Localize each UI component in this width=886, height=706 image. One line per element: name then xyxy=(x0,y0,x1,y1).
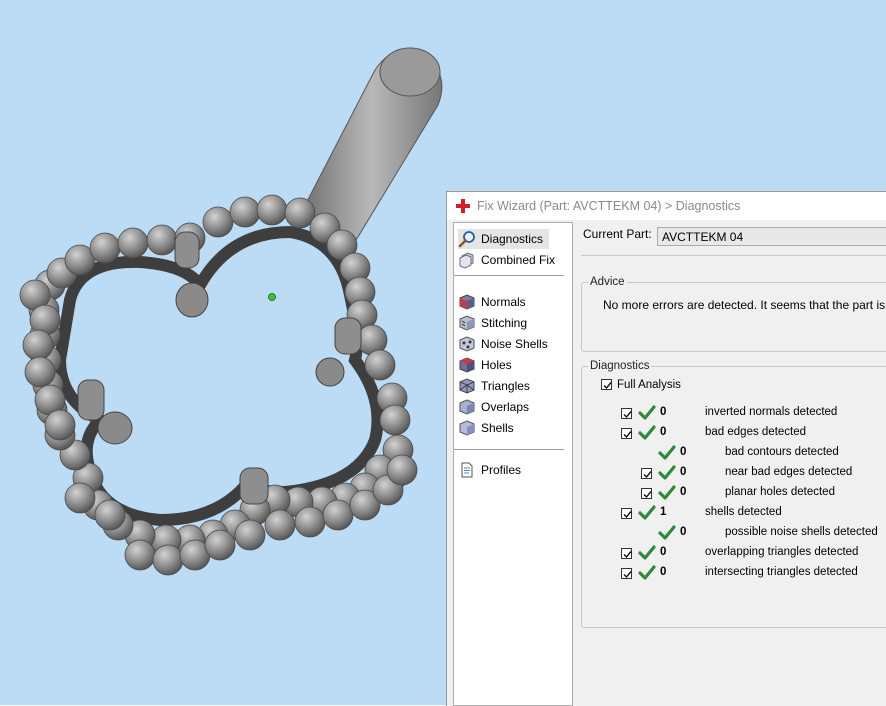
nav-item-profiles[interactable]: Profiles xyxy=(458,460,521,480)
holes-cube-icon xyxy=(459,357,475,373)
diagnostic-count: 0 xyxy=(660,406,667,418)
green-check-icon xyxy=(658,485,676,501)
diagnostic-count: 0 xyxy=(660,426,667,438)
advice-group: Advice xyxy=(581,276,886,352)
green-check-icon xyxy=(638,405,656,421)
nav-label: Stitching xyxy=(481,316,528,330)
current-part-label: Current Part: xyxy=(583,227,652,241)
nav-item-shells[interactable]: Shells xyxy=(458,418,514,438)
nav-label: Combined Fix xyxy=(481,253,556,267)
wizard-nav-panel: Diagnostics Combined Fix Normals Stitchi… xyxy=(453,222,573,706)
nav-label: Overlaps xyxy=(481,400,530,414)
nav-divider xyxy=(454,449,564,450)
triangles-cube-icon xyxy=(459,378,475,394)
diagnostic-row-checkbox[interactable] xyxy=(621,408,632,419)
nav-item-noise-shells[interactable]: Noise Shells xyxy=(458,334,548,354)
diagnostic-row-checkbox[interactable] xyxy=(621,508,632,519)
nav-label: Holes xyxy=(481,358,512,372)
diagnostic-label: planar holes detected xyxy=(725,486,835,498)
profiles-document-icon xyxy=(461,462,473,478)
dialog-titlebar[interactable]: Fix Wizard (Part: AVCTTEKM 04) > Diagnos… xyxy=(447,192,886,220)
diagnostic-count: 1 xyxy=(660,506,667,518)
diagnostic-label: possible noise shells detected xyxy=(725,526,878,538)
diagnostic-row-checkbox[interactable] xyxy=(621,568,632,579)
full-analysis-checkbox[interactable] xyxy=(601,379,612,390)
diagnostics-content: Current Part: AVCTTEKM 04 Advice No more… xyxy=(581,222,886,706)
nav-item-diagnostics[interactable]: Diagnostics xyxy=(458,229,550,249)
diagnostic-label: bad contours detected xyxy=(725,446,839,458)
nav-item-combined-fix[interactable]: Combined Fix xyxy=(458,250,555,270)
nav-label: Diagnostics xyxy=(481,232,544,246)
current-part-field[interactable]: AVCTTEKM 04 xyxy=(657,227,886,246)
diagnostic-row-checkbox[interactable] xyxy=(641,488,652,499)
nav-item-overlaps[interactable]: Overlaps xyxy=(458,397,529,417)
diagnostic-label: near bad edges detected xyxy=(725,466,853,478)
shells-cube-icon xyxy=(459,420,475,436)
diagnostic-count: 0 xyxy=(660,566,667,578)
diagnostic-count: 0 xyxy=(680,526,687,538)
diagnostic-row-checkbox[interactable] xyxy=(641,468,652,479)
diagnostic-label: bad edges detected xyxy=(705,426,807,438)
green-check-icon xyxy=(638,565,656,581)
green-check-icon xyxy=(658,465,676,481)
diagnostic-label: shells detected xyxy=(705,506,782,518)
diagnostic-label: overlapping triangles detected xyxy=(705,546,859,558)
nav-label: Noise Shells xyxy=(481,337,548,351)
diagnostic-label: intersecting triangles detected xyxy=(705,566,858,578)
fix-wizard-dialog: Fix Wizard (Part: AVCTTEKM 04) > Diagnos… xyxy=(446,191,886,706)
full-analysis-label: Full Analysis xyxy=(617,379,681,391)
nav-label: Triangles xyxy=(481,379,530,393)
nav-item-holes[interactable]: Holes xyxy=(458,355,512,375)
green-check-icon xyxy=(658,445,676,461)
diagnostic-count: 0 xyxy=(680,466,687,478)
diagnostic-label: inverted normals detected xyxy=(705,406,838,418)
advice-text: No more errors are detected. It seems th… xyxy=(603,298,886,312)
separator xyxy=(581,255,886,256)
diagnostics-legend: Diagnostics xyxy=(590,360,650,372)
nav-label: Profiles xyxy=(481,463,522,477)
magnifier-icon xyxy=(458,231,475,248)
green-check-icon xyxy=(638,545,656,561)
diagnostic-row-checkbox[interactable] xyxy=(621,428,632,439)
nav-item-triangles[interactable]: Triangles xyxy=(458,376,530,396)
nav-label: Shells xyxy=(481,421,514,435)
stitching-cube-icon xyxy=(459,315,475,331)
diagnostic-count: 0 xyxy=(680,486,687,498)
noise-shells-icon xyxy=(459,336,475,352)
diagnostic-count: 0 xyxy=(660,546,667,558)
nav-divider xyxy=(454,275,564,276)
dialog-title: Fix Wizard (Part: AVCTTEKM 04) > Diagnos… xyxy=(477,199,741,213)
diagnostic-count: 0 xyxy=(680,446,687,458)
nav-label: Normals xyxy=(481,295,526,309)
normals-cube-icon xyxy=(459,294,475,310)
overlaps-cube-icon xyxy=(459,399,475,415)
green-check-icon xyxy=(638,505,656,521)
diagnostic-row-checkbox[interactable] xyxy=(621,548,632,559)
red-cross-app-icon xyxy=(456,199,470,213)
advice-legend: Advice xyxy=(590,276,625,288)
nav-item-stitching[interactable]: Stitching xyxy=(458,313,527,333)
green-check-icon xyxy=(638,425,656,441)
green-check-icon xyxy=(658,525,676,541)
combined-fix-icon xyxy=(459,252,474,269)
nav-item-normals[interactable]: Normals xyxy=(458,292,526,312)
